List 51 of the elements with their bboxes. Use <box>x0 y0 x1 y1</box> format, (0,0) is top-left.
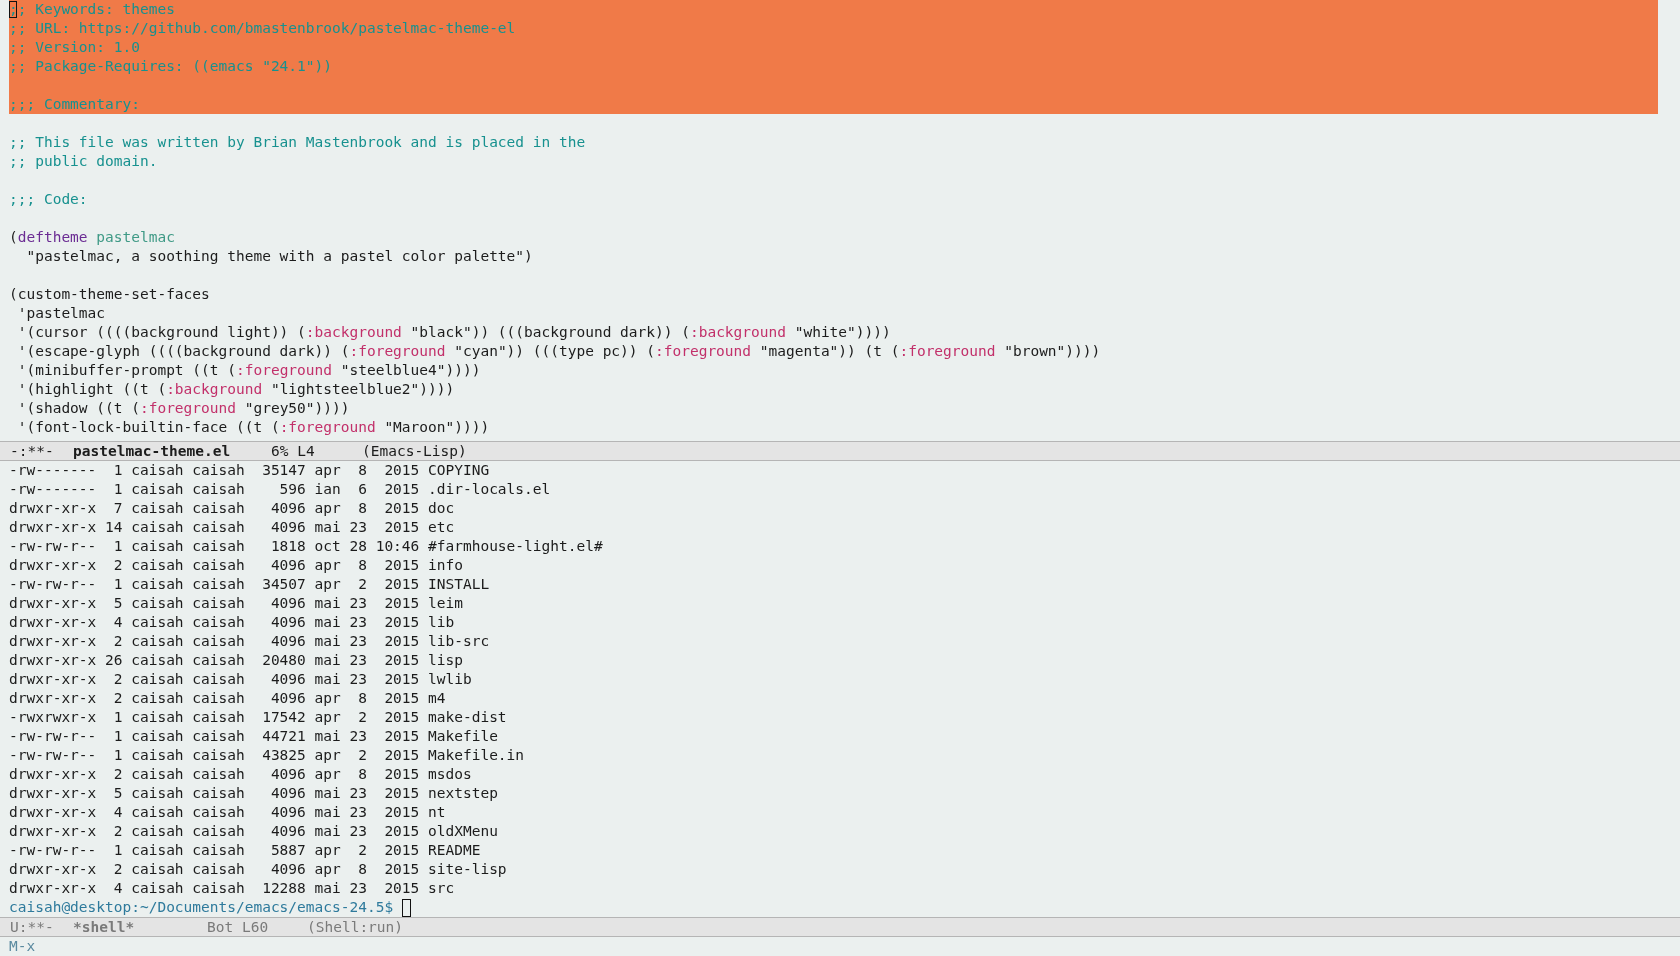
listing-line: -rw-rw-r-- 1 caisah caisah 5887 apr 2 2015 README <box>9 841 481 860</box>
code-line: 'pastelmac <box>16 305 106 321</box>
listing-line: drwxr-xr-x 2 caisah caisah 4096 apr 8 2015 msdos <box>9 765 472 784</box>
code-line: '(highlight ((t (:background "lightsteelblue2")))) <box>16 381 455 397</box>
listing-line: drwxr-xr-x 2 caisah caisah 4096 apr 8 2015 site-lisp <box>9 860 507 879</box>
code-line: '(shadow ((t (:foreground "grey50")))) <box>16 400 350 416</box>
code-line: '(font-lock-builtin-face ((t (:foreground "Maroon")))) <box>16 419 490 435</box>
buffer-name: pastelmac-theme.el <box>73 442 232 460</box>
listing-line: -rw-rw-r-- 1 caisah caisah 34507 apr 2 2015 INSTALL <box>9 575 490 594</box>
listing-line: -rw-rw-r-- 1 caisah caisah 1818 oct 28 10:46 #farmhouse-light.el# <box>9 537 603 556</box>
code-line: ;;; Code: <box>9 191 88 207</box>
code-line: ;; URL: https://github.com/bmastenbrook/pastelmac-theme-el <box>9 20 516 36</box>
code-line: ;; Version: 1.0 <box>9 39 140 55</box>
code-line: '(minibuffer-prompt ((t (:foreground "steelblue4")))) <box>16 362 481 378</box>
listing-line: -rw------- 1 caisah caisah 596 ian 6 2015 .dir-locals.el <box>9 480 551 499</box>
listing-line: -rw-rw-r-- 1 caisah caisah 43825 apr 2 2015 Makefile.in <box>9 746 525 765</box>
modified-status: -:**- <box>10 442 55 460</box>
code-line: '(escape-glyph ((((background dark)) (:foreground "cyan")) (((type pc)) (:foreground "magenta")) (t (:foreground "brown")))) <box>16 343 1101 359</box>
listing-line: drwxr-xr-x 2 caisah caisah 4096 mai 23 2015 lib-src <box>9 632 490 651</box>
cursor-position: 6% L4 <box>271 442 316 460</box>
modified-status: U:**- <box>10 918 55 936</box>
buffer-name: *shell* <box>73 918 136 936</box>
code-line: ;; public domain. <box>9 153 158 169</box>
listing-line: -rwxrwxr-x 1 caisah caisah 17542 apr 2 2015 make-dist <box>9 708 507 727</box>
listing-line: -rw------- 1 caisah caisah 35147 apr 8 2015 COPYING <box>9 461 490 480</box>
listing-line: drwxr-xr-x 2 caisah caisah 4096 mai 23 2015 oldXMenu <box>9 822 498 841</box>
listing-line: drwxr-xr-x 4 caisah caisah 4096 mai 23 2015 lib <box>9 613 455 632</box>
code-line: ;; Package-Requires: ((emacs "24.1")) <box>9 58 332 74</box>
code-line: (deftheme pastelmac <box>9 229 175 245</box>
major-mode: (Emacs-Lisp) <box>362 442 467 460</box>
major-mode: (Shell:run) <box>307 918 404 936</box>
minibuffer-text: M-x <box>9 938 36 954</box>
text-cursor <box>402 898 412 917</box>
listing-line: drwxr-xr-x 26 caisah caisah 20480 mai 23 2015 lisp <box>9 651 463 670</box>
listing-line: drwxr-xr-x 2 caisah caisah 4096 mai 23 2015 lwlib <box>9 670 472 689</box>
code-line: ;;; Commentary: <box>9 96 140 112</box>
code-line: '(cursor ((((background light)) (:background "black")) (((background dark)) (:background "white")))) <box>16 324 891 340</box>
listing-line: drwxr-xr-x 4 caisah caisah 12288 mai 23 2015 src <box>9 879 455 898</box>
listing-line: drwxr-xr-x 5 caisah caisah 4096 mai 23 2015 nextstep <box>9 784 498 803</box>
listing-line: drwxr-xr-x 5 caisah caisah 4096 mai 23 2015 leim <box>9 594 463 613</box>
shell-prompt: caisah@desktop:~/Documents/emacs/emacs-24.5$ <box>9 898 394 917</box>
code-line: (custom-theme-set-faces <box>9 286 210 302</box>
listing-line: drwxr-xr-x 14 caisah caisah 4096 mai 23 2015 etc <box>9 518 455 537</box>
code-line: "pastelmac, a soothing theme with a pastel color palette") <box>25 248 533 264</box>
listing-line: drwxr-xr-x 2 caisah caisah 4096 apr 8 2015 m4 <box>9 689 446 708</box>
listing-line: drwxr-xr-x 4 caisah caisah 4096 mai 23 2015 nt <box>9 803 446 822</box>
code-line: ;; This file was written by Brian Mastenbrook and is placed in the <box>9 134 586 150</box>
cursor-position: Bot L60 <box>207 918 270 936</box>
listing-line: drwxr-xr-x 7 caisah caisah 4096 apr 8 2015 doc <box>9 499 455 518</box>
listing-line: -rw-rw-r-- 1 caisah caisah 44721 mai 23 2015 Makefile <box>9 727 498 746</box>
listing-line: drwxr-xr-x 2 caisah caisah 4096 apr 8 2015 info <box>9 556 463 575</box>
